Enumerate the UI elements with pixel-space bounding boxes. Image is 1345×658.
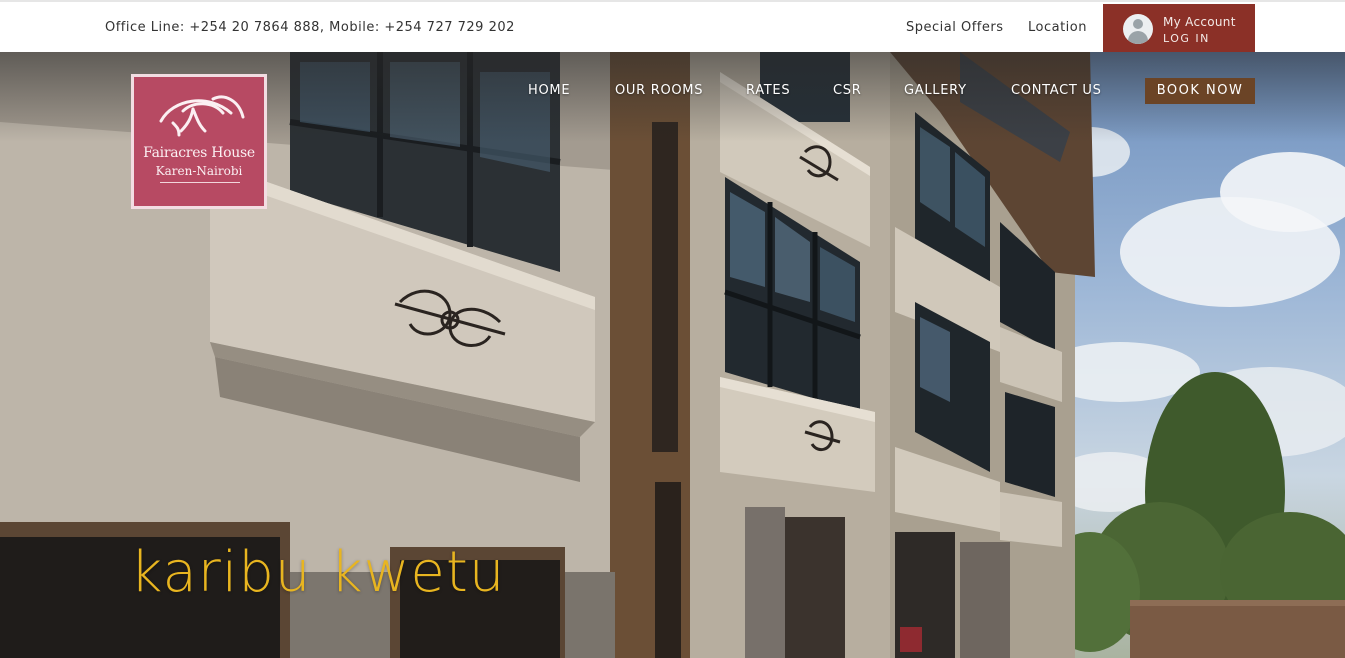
nav-contact-us[interactable]: CONTACT US [1011,83,1102,98]
contact-line: Office Line: +254 20 7864 888, Mobile: +… [105,20,515,35]
location-link[interactable]: Location [1028,20,1087,35]
login-link[interactable]: LOG IN [1163,32,1210,45]
nav-gallery[interactable]: GALLERY [904,83,967,98]
logo-divider [160,182,240,183]
hero-banner: Fairacres House Karen-Nairobi HOME OUR R… [0,52,1345,658]
logo-tree-icon [159,95,245,137]
nav-rates[interactable]: RATES [746,83,790,98]
logo-name: Fairacres House [143,145,255,161]
site-logo[interactable]: Fairacres House Karen-Nairobi [131,74,267,209]
top-bar: Office Line: +254 20 7864 888, Mobile: +… [0,0,1345,54]
nav-home[interactable]: HOME [528,83,570,98]
account-title: My Account [1163,15,1236,29]
book-now-button[interactable]: BOOK NOW [1145,78,1255,104]
special-offers-link[interactable]: Special Offers [906,20,1003,35]
logo-subtitle: Karen-Nairobi [155,164,243,178]
hero-tagline: karibu kwetu [130,540,506,605]
nav-csr[interactable]: CSR [833,83,861,98]
user-avatar-icon [1123,14,1153,44]
nav-our-rooms[interactable]: OUR ROOMS [615,83,703,98]
my-account-button[interactable]: My Account LOG IN [1103,4,1255,54]
